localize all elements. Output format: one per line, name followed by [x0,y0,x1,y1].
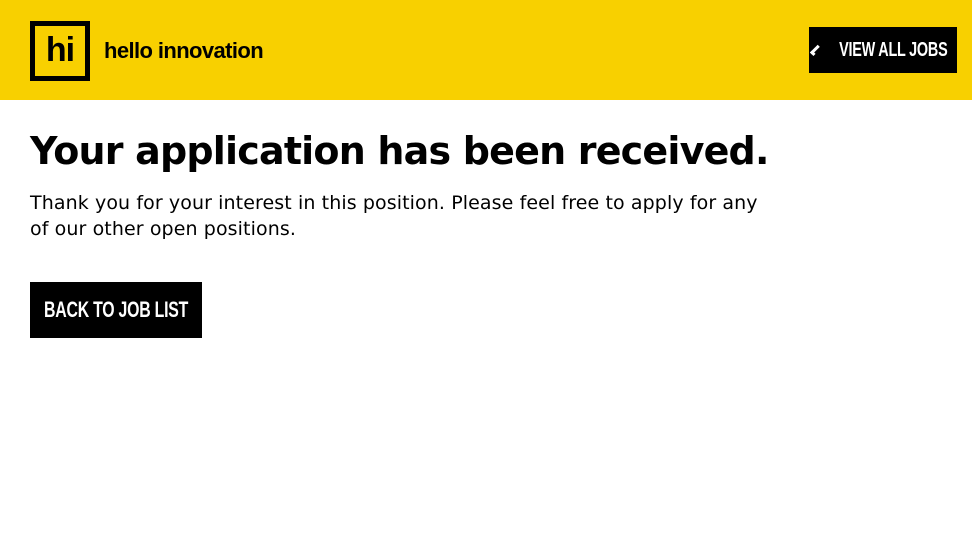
chevron-left-icon [809,44,822,56]
logo-text: hello innovation [104,38,264,63]
logo-icon: hi [30,21,90,81]
view-all-jobs-button[interactable]: VIEW ALL JOBS [809,27,957,73]
back-to-job-list-label: BACK TO JOB LIST [43,297,189,322]
view-all-jobs-label: VIEW ALL JOBS [839,38,949,61]
page-title: Your application has been received. [30,129,769,173]
confirmation-content: Your application has been received. Than… [30,124,790,242]
back-to-job-list-button[interactable]: BACK TO JOB LIST [30,282,202,338]
site-header: hi hello innovation VIEW ALL JOBS [0,0,972,100]
logo-mark: hi [45,31,75,69]
confirmation-message: Thank you for your interest in this posi… [30,192,758,240]
home-logo-link[interactable]: hi hello innovation [30,21,264,81]
